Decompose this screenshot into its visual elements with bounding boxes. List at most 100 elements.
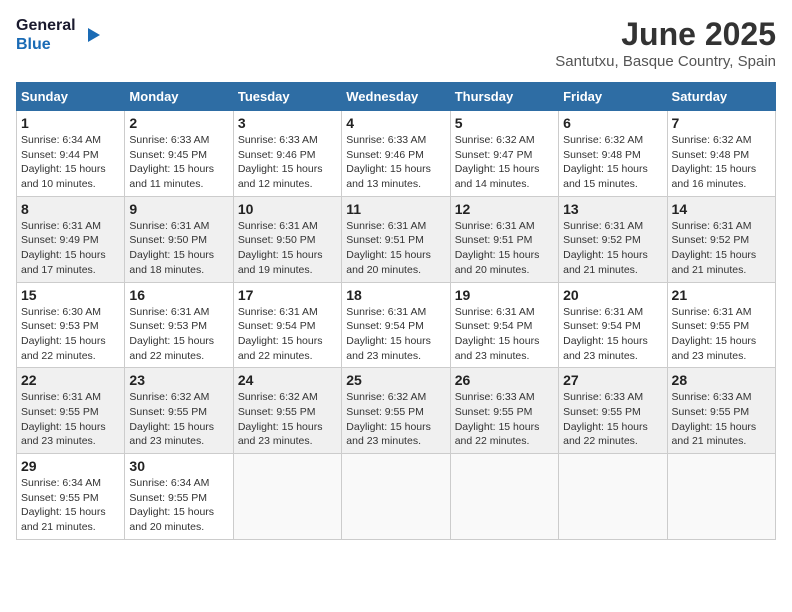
day-number: 16 [129,287,228,303]
sunset-label: Sunset: 9:55 PM [129,492,207,504]
sunrise-label: Sunrise: 6:30 AM [21,306,101,318]
header-sunday: Sunday [17,83,125,111]
day-number: 24 [238,372,337,388]
header-saturday: Saturday [667,83,775,111]
sunset-label: Sunset: 9:55 PM [563,406,641,418]
sunrise-label: Sunrise: 6:31 AM [238,306,318,318]
sunrise-label: Sunrise: 6:31 AM [563,220,643,232]
sunset-label: Sunset: 9:48 PM [563,149,641,161]
sunrise-label: Sunrise: 6:31 AM [455,220,535,232]
sunset-label: Sunset: 9:49 PM [21,234,99,246]
day-info: Sunrise: 6:31 AM Sunset: 9:54 PM Dayligh… [563,305,662,364]
table-row [667,454,775,540]
sunrise-label: Sunrise: 6:32 AM [455,134,535,146]
calendar-header: Sunday Monday Tuesday Wednesday Thursday… [17,83,776,111]
day-info: Sunrise: 6:34 AM Sunset: 9:55 PM Dayligh… [129,476,228,535]
sunrise-label: Sunrise: 6:31 AM [455,306,535,318]
sunset-label: Sunset: 9:50 PM [238,234,316,246]
daylight-label: Daylight: 15 hours and 12 minutes. [238,163,323,190]
sunset-label: Sunset: 9:45 PM [129,149,207,161]
day-info: Sunrise: 6:33 AM Sunset: 9:55 PM Dayligh… [672,390,771,449]
sunrise-label: Sunrise: 6:33 AM [346,134,426,146]
day-info: Sunrise: 6:32 AM Sunset: 9:55 PM Dayligh… [346,390,445,449]
logo-arrow-icon [80,24,102,46]
daylight-label: Daylight: 15 hours and 19 minutes. [238,249,323,276]
sunset-label: Sunset: 9:53 PM [129,320,207,332]
sunset-label: Sunset: 9:55 PM [672,406,750,418]
sunrise-label: Sunrise: 6:31 AM [672,220,752,232]
sunrise-label: Sunrise: 6:31 AM [563,306,643,318]
sunrise-label: Sunrise: 6:31 AM [129,220,209,232]
header-friday: Friday [559,83,667,111]
daylight-label: Daylight: 15 hours and 11 minutes. [129,163,214,190]
day-info: Sunrise: 6:31 AM Sunset: 9:52 PM Dayligh… [672,219,771,278]
daylight-label: Daylight: 15 hours and 22 minutes. [238,335,323,362]
month-title: June 2025 [555,16,776,53]
day-number: 2 [129,115,228,131]
table-row: 13 Sunrise: 6:31 AM Sunset: 9:52 PM Dayl… [559,196,667,282]
sunrise-label: Sunrise: 6:33 AM [129,134,209,146]
day-number: 19 [455,287,554,303]
table-row: 29 Sunrise: 6:34 AM Sunset: 9:55 PM Dayl… [17,454,125,540]
day-number: 21 [672,287,771,303]
day-info: Sunrise: 6:31 AM Sunset: 9:50 PM Dayligh… [238,219,337,278]
table-row: 22 Sunrise: 6:31 AM Sunset: 9:55 PM Dayl… [17,368,125,454]
daylight-label: Daylight: 15 hours and 15 minutes. [563,163,648,190]
sunset-label: Sunset: 9:51 PM [346,234,424,246]
day-number: 27 [563,372,662,388]
table-row: 15 Sunrise: 6:30 AM Sunset: 9:53 PM Dayl… [17,282,125,368]
sunset-label: Sunset: 9:54 PM [238,320,316,332]
daylight-label: Daylight: 15 hours and 22 minutes. [21,335,106,362]
table-row [559,454,667,540]
table-row [450,454,558,540]
daylight-label: Daylight: 15 hours and 23 minutes. [21,421,106,448]
day-info: Sunrise: 6:32 AM Sunset: 9:48 PM Dayligh… [563,133,662,192]
day-number: 4 [346,115,445,131]
day-info: Sunrise: 6:31 AM Sunset: 9:51 PM Dayligh… [346,219,445,278]
daylight-label: Daylight: 15 hours and 10 minutes. [21,163,106,190]
daylight-label: Daylight: 15 hours and 14 minutes. [455,163,540,190]
sunset-label: Sunset: 9:46 PM [346,149,424,161]
day-info: Sunrise: 6:33 AM Sunset: 9:46 PM Dayligh… [346,133,445,192]
table-row: 11 Sunrise: 6:31 AM Sunset: 9:51 PM Dayl… [342,196,450,282]
sunset-label: Sunset: 9:55 PM [672,320,750,332]
daylight-label: Daylight: 15 hours and 21 minutes. [672,249,757,276]
sunrise-label: Sunrise: 6:31 AM [21,391,101,403]
table-row: 10 Sunrise: 6:31 AM Sunset: 9:50 PM Dayl… [233,196,341,282]
day-number: 28 [672,372,771,388]
sunset-label: Sunset: 9:55 PM [455,406,533,418]
daylight-label: Daylight: 15 hours and 22 minutes. [455,421,540,448]
sunset-label: Sunset: 9:54 PM [563,320,641,332]
day-info: Sunrise: 6:31 AM Sunset: 9:55 PM Dayligh… [21,390,120,449]
table-row: 2 Sunrise: 6:33 AM Sunset: 9:45 PM Dayli… [125,111,233,197]
table-row: 5 Sunrise: 6:32 AM Sunset: 9:47 PM Dayli… [450,111,558,197]
daylight-label: Daylight: 15 hours and 22 minutes. [129,335,214,362]
sunset-label: Sunset: 9:47 PM [455,149,533,161]
table-row: 24 Sunrise: 6:32 AM Sunset: 9:55 PM Dayl… [233,368,341,454]
sunrise-label: Sunrise: 6:31 AM [238,220,318,232]
day-number: 14 [672,201,771,217]
header: General Blue June 2025 Santutxu, Basque … [16,16,776,70]
table-row: 8 Sunrise: 6:31 AM Sunset: 9:49 PM Dayli… [17,196,125,282]
sunrise-label: Sunrise: 6:32 AM [129,391,209,403]
day-info: Sunrise: 6:32 AM Sunset: 9:48 PM Dayligh… [672,133,771,192]
day-info: Sunrise: 6:31 AM Sunset: 9:54 PM Dayligh… [346,305,445,364]
day-number: 15 [21,287,120,303]
day-info: Sunrise: 6:32 AM Sunset: 9:55 PM Dayligh… [129,390,228,449]
sunrise-label: Sunrise: 6:34 AM [21,134,101,146]
day-info: Sunrise: 6:30 AM Sunset: 9:53 PM Dayligh… [21,305,120,364]
day-number: 29 [21,458,120,474]
sunrise-label: Sunrise: 6:32 AM [238,391,318,403]
sunset-label: Sunset: 9:54 PM [346,320,424,332]
day-number: 11 [346,201,445,217]
sunset-label: Sunset: 9:52 PM [563,234,641,246]
day-number: 5 [455,115,554,131]
daylight-label: Daylight: 15 hours and 21 minutes. [21,506,106,533]
header-tuesday: Tuesday [233,83,341,111]
sunset-label: Sunset: 9:48 PM [672,149,750,161]
daylight-label: Daylight: 15 hours and 20 minutes. [346,249,431,276]
day-info: Sunrise: 6:33 AM Sunset: 9:55 PM Dayligh… [563,390,662,449]
day-number: 3 [238,115,337,131]
day-info: Sunrise: 6:31 AM Sunset: 9:49 PM Dayligh… [21,219,120,278]
daylight-label: Daylight: 15 hours and 18 minutes. [129,249,214,276]
